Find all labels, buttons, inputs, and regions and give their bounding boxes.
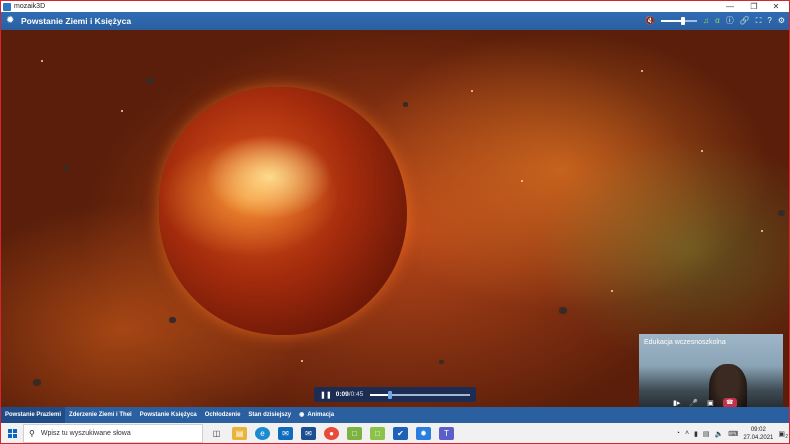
windows-taskbar: ⚲ Wpisz tu wyszukiwane słowa ◫ ▤ e ✉ ✉ ●… [1,423,789,443]
progress-thumb[interactable] [388,391,392,399]
asteroid [33,379,41,386]
search-placeholder: Wpisz tu wyszukiwane słowa [40,430,131,437]
volume-fill [661,20,683,22]
tab-powstanie-praziemi[interactable]: Powstanie PrazIemi [1,407,66,423]
outlook-icon[interactable]: ✉ [301,427,316,440]
chapter-tabs: Powstanie PrazIemi Zderzenie Ziemi i The… [1,407,789,423]
os-title-bar: mozaik3D — ❐ ✕ [1,1,789,12]
progress-fill [370,394,390,396]
close-icon[interactable]: ✕ [765,1,787,12]
taskbar-search[interactable]: ⚲ Wpisz tu wyszukiwane słowa [23,424,203,443]
task-view-icon[interactable]: ◫ [209,427,224,440]
page-title: Powstanie Ziemi i Księżyca [21,16,132,26]
info-icon[interactable]: ⓘ [726,15,734,27]
asteroid [146,78,154,84]
search-icon: ⚲ [29,429,35,438]
maximize-icon[interactable]: ❐ [743,1,765,12]
share-screen-icon[interactable]: ▣ [707,399,714,407]
pinned-apps: ◫ ▤ e ✉ ✉ ● □ □ ✔ ✹ T [209,427,454,440]
notification-count: 2 [785,433,788,440]
app-icon-green[interactable]: □ [347,427,362,440]
tab-zderzenie[interactable]: Zderzenie Ziemi i Thei [65,407,136,423]
tab-stan-dzisiejszy[interactable]: Stan dzisiejszy [244,407,295,423]
taskbar-clock[interactable]: 09:02 27.04.2021 [743,426,773,442]
total-time: 0:45 [350,391,364,398]
tab-powstanie-ksiezyca[interactable]: Powstanie Księżyca [136,407,201,423]
asteroid [439,360,444,364]
menu-gear-icon[interactable]: ✹ [6,16,16,26]
tray-app-icon[interactable]: ◔ [676,430,680,437]
clock-time: 09:02 [750,426,766,433]
network-icon[interactable]: ▤ [703,430,710,438]
link-icon[interactable]: 🔗 [740,15,750,27]
asteroid [403,102,408,107]
minimize-icon[interactable]: — [719,1,741,12]
edge-icon[interactable]: e [255,427,270,440]
keyboard-icon[interactable]: ⌨ [728,430,738,438]
chrome-icon[interactable]: ● [324,427,339,440]
header-toolbar: 🔇 ♫ α ⓘ 🔗 ⛶ ? ⚙ [645,15,785,27]
mute-icon[interactable]: 🔇 [645,15,655,27]
pause-icon[interactable]: ❚❚ [320,391,332,399]
volume-knob[interactable] [680,17,685,25]
app-window: mozaik3D — ❐ ✕ ✹ Powstanie Ziemi i Księż… [0,0,790,444]
elapsed-time: 0:09 [335,391,349,398]
battery-icon[interactable]: ▮ [694,430,698,438]
settings-icon[interactable]: ⚙ [778,15,785,27]
app-icon [3,2,11,11]
asteroid [559,307,567,314]
molten-planet [159,87,407,335]
chevron-up-icon[interactable]: ˄ [685,430,689,437]
notifications-icon[interactable]: ▣ 2 [778,430,788,440]
progress-track[interactable] [370,391,470,399]
asteroid [63,166,69,171]
help-icon[interactable]: ? [767,15,771,27]
music-icon[interactable]: ♫ [703,15,709,27]
microphone-icon[interactable]: 🎤 [689,399,698,407]
asteroid [778,210,785,216]
file-explorer-icon[interactable]: ▤ [232,427,247,440]
windows-start-icon[interactable] [1,423,23,443]
clock-date: 27.04.2021 [743,434,774,441]
player-time: 0:09/0:45 [335,391,364,398]
camera-icon[interactable]: ▮▸ [673,399,680,407]
mail-icon[interactable]: ✉ [278,427,293,440]
fullscreen-icon[interactable]: ⛶ [756,15,762,27]
animation-player: ❚❚ 0:09/0:45 [314,387,476,402]
mozaik-icon[interactable]: ✹ [416,427,431,440]
tab-ochlodzenie[interactable]: Ochłodzenie [201,407,245,423]
teams-icon[interactable]: T [439,427,454,440]
tab-animacja[interactable]: ◉ Animacja [295,407,338,423]
app-icon-lime[interactable]: □ [370,427,385,440]
asteroid [169,317,176,323]
narration-icon[interactable]: α [715,15,720,27]
camera-icon: ◉ [299,412,305,418]
volume-slider[interactable] [661,17,698,25]
app-icon-blue[interactable]: ✔ [393,427,408,440]
tab-animacja-label: Animacja [307,412,335,418]
system-tray: ◔ ˄ ▮ ▤ 🔈 ⌨ 09:02 27.04.2021 ▣ 2 [676,423,788,443]
speaker-icon[interactable]: 🔈 [715,430,724,438]
app-header: ✹ Powstanie Ziemi i Księżyca 🔇 ♫ α ⓘ 🔗 ⛶… [1,12,789,30]
app-title: mozaik3D [14,3,46,10]
video-call-overlay[interactable]: Edukacja wczesnoszkolna ▮▸ 🎤 ▣ ☎ [639,334,783,414]
call-label: Edukacja wczesnoszkolna [644,339,726,346]
